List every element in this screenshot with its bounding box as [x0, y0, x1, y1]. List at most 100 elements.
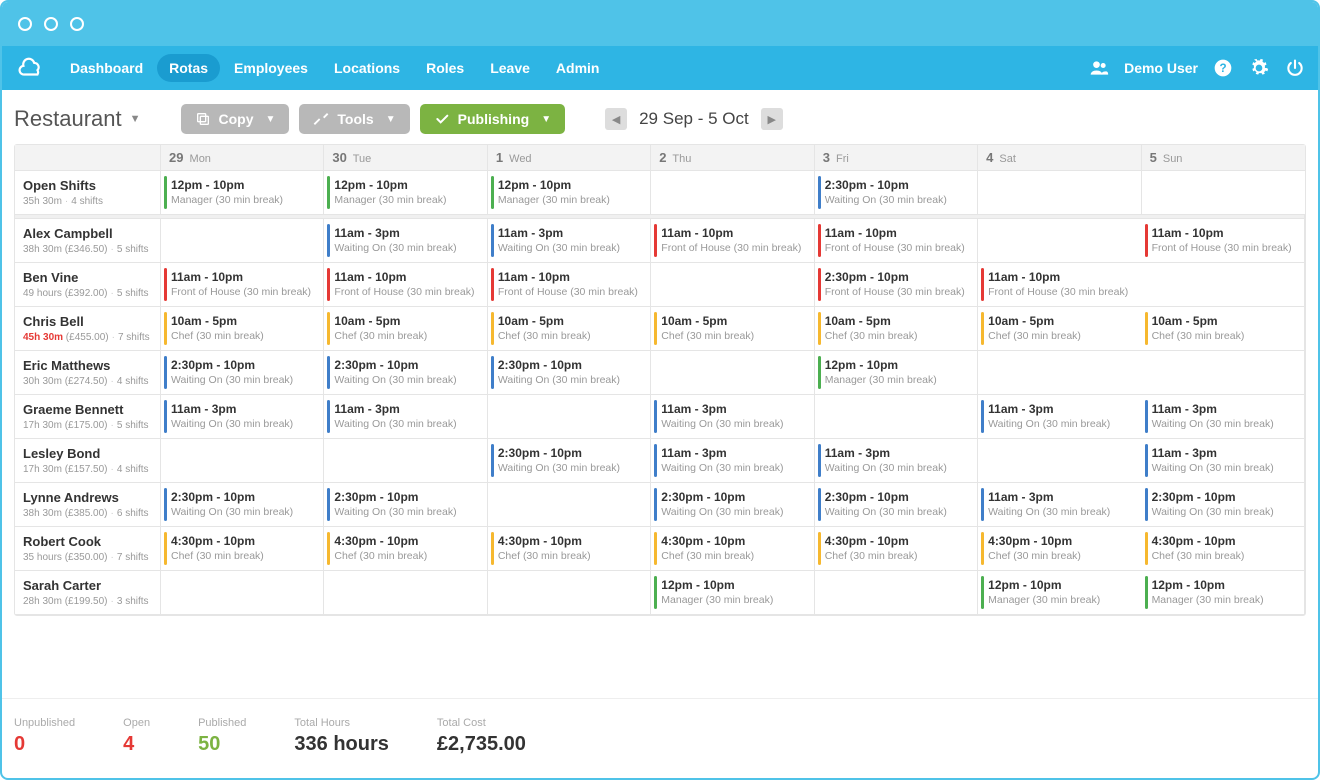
shift-cell[interactable]: 4:30pm - 10pmChef (30 min break) — [651, 527, 814, 571]
row-header[interactable]: Graeme Bennett17h 30m (£175.00)·5 shifts — [15, 395, 161, 439]
empty-cell[interactable] — [1142, 263, 1305, 307]
nav-item-locations[interactable]: Locations — [322, 54, 412, 82]
empty-cell[interactable] — [324, 439, 487, 483]
shift-cell[interactable]: 2:30pm - 10pmWaiting On (30 min break) — [651, 483, 814, 527]
shift-cell[interactable]: 4:30pm - 10pmChef (30 min break) — [161, 527, 324, 571]
nav-item-employees[interactable]: Employees — [222, 54, 320, 82]
empty-cell[interactable] — [1142, 351, 1305, 395]
shift-cell[interactable]: 2:30pm - 10pmWaiting On (30 min break) — [161, 483, 324, 527]
empty-cell[interactable] — [488, 395, 651, 439]
row-header[interactable]: Lynne Andrews38h 30m (£385.00)·6 shifts — [15, 483, 161, 527]
nav-item-leave[interactable]: Leave — [478, 54, 542, 82]
copy-button[interactable]: Copy ▼ — [181, 104, 290, 134]
shift-cell[interactable]: 11am - 10pmFront of House (30 min break) — [161, 263, 324, 307]
shift-cell[interactable]: 2:30pm - 10pmWaiting On (30 min break) — [488, 351, 651, 395]
shift-cell[interactable]: 11am - 3pmWaiting On (30 min break) — [1142, 439, 1305, 483]
tools-button[interactable]: Tools ▼ — [299, 104, 409, 134]
shift-cell[interactable]: 10am - 5pmChef (30 min break) — [815, 307, 978, 351]
shift-cell[interactable]: 2:30pm - 10pmFront of House (30 min brea… — [815, 263, 978, 307]
shift-cell[interactable]: 12pm - 10pmManager (30 min break) — [651, 571, 814, 615]
help-icon[interactable]: ? — [1212, 57, 1234, 79]
user-name[interactable]: Demo User — [1124, 60, 1198, 76]
shift-cell[interactable]: 10am - 5pmChef (30 min break) — [324, 307, 487, 351]
window-control-dot[interactable] — [18, 17, 32, 31]
shift-cell[interactable]: 12pm - 10pmManager (30 min break) — [324, 171, 487, 215]
shift-cell[interactable]: 10am - 5pmChef (30 min break) — [978, 307, 1141, 351]
shift-cell[interactable]: 10am - 5pmChef (30 min break) — [1142, 307, 1305, 351]
empty-cell[interactable] — [978, 171, 1141, 215]
empty-cell[interactable] — [651, 351, 814, 395]
shift-cell[interactable]: 2:30pm - 10pmWaiting On (30 min break) — [815, 171, 978, 215]
shift-cell[interactable]: 12pm - 10pmManager (30 min break) — [815, 351, 978, 395]
shift-cell[interactable]: 11am - 10pmFront of House (30 min break) — [978, 263, 1141, 307]
shift-cell[interactable]: 11am - 3pmWaiting On (30 min break) — [978, 483, 1141, 527]
shift-cell[interactable]: 11am - 10pmFront of House (30 min break) — [1142, 219, 1305, 263]
shift-cell[interactable]: 4:30pm - 10pmChef (30 min break) — [324, 527, 487, 571]
cloud-logo-icon[interactable] — [18, 55, 44, 81]
empty-cell[interactable] — [161, 571, 324, 615]
shift-cell[interactable]: 10am - 5pmChef (30 min break) — [488, 307, 651, 351]
next-week-button[interactable]: ▶ — [761, 108, 783, 130]
shift-cell[interactable]: 11am - 3pmWaiting On (30 min break) — [488, 219, 651, 263]
window-control-dot[interactable] — [70, 17, 84, 31]
shift-cell[interactable]: 11am - 3pmWaiting On (30 min break) — [651, 439, 814, 483]
shift-cell[interactable]: 10am - 5pmChef (30 min break) — [161, 307, 324, 351]
row-header[interactable]: Ben Vine49 hours (£392.00)·5 shifts — [15, 263, 161, 307]
row-header[interactable]: Sarah Carter28h 30m (£199.50)·3 shifts — [15, 571, 161, 615]
shift-cell[interactable]: 11am - 3pmWaiting On (30 min break) — [815, 439, 978, 483]
row-header[interactable]: Robert Cook35 hours (£350.00)·7 shifts — [15, 527, 161, 571]
shift-cell[interactable]: 11am - 10pmFront of House (30 min break) — [651, 219, 814, 263]
nav-item-dashboard[interactable]: Dashboard — [58, 54, 155, 82]
empty-cell[interactable] — [488, 571, 651, 615]
date-range[interactable]: 29 Sep - 5 Oct — [639, 109, 749, 129]
publishing-button[interactable]: Publishing ▼ — [420, 104, 565, 134]
power-icon[interactable] — [1284, 57, 1306, 79]
shift-cell[interactable]: 11am - 10pmFront of House (30 min break) — [324, 263, 487, 307]
empty-cell[interactable] — [815, 395, 978, 439]
shift-cell[interactable]: 2:30pm - 10pmWaiting On (30 min break) — [324, 483, 487, 527]
shift-cell[interactable]: 4:30pm - 10pmChef (30 min break) — [488, 527, 651, 571]
shift-cell[interactable]: 4:30pm - 10pmChef (30 min break) — [978, 527, 1141, 571]
shift-cell[interactable]: 10am - 5pmChef (30 min break) — [651, 307, 814, 351]
shift-cell[interactable]: 11am - 10pmFront of House (30 min break) — [488, 263, 651, 307]
row-header[interactable]: Open Shifts35h 30m·4 shifts — [15, 171, 161, 215]
shift-cell[interactable]: 2:30pm - 10pmWaiting On (30 min break) — [815, 483, 978, 527]
row-header[interactable]: Chris Bell45h 30m (£455.00)·7 shifts — [15, 307, 161, 351]
prev-week-button[interactable]: ◀ — [605, 108, 627, 130]
row-header[interactable]: Eric Matthews30h 30m (£274.50)·4 shifts — [15, 351, 161, 395]
window-control-dot[interactable] — [44, 17, 58, 31]
empty-cell[interactable] — [978, 351, 1141, 395]
shift-cell[interactable]: 2:30pm - 10pmWaiting On (30 min break) — [161, 351, 324, 395]
location-selector[interactable]: Restaurant ▼ — [14, 106, 171, 132]
shift-cell[interactable]: 11am - 3pmWaiting On (30 min break) — [978, 395, 1141, 439]
shift-cell[interactable]: 12pm - 10pmManager (30 min break) — [1142, 571, 1305, 615]
empty-cell[interactable] — [161, 439, 324, 483]
nav-item-rotas[interactable]: Rotas — [157, 54, 220, 82]
nav-item-roles[interactable]: Roles — [414, 54, 476, 82]
shift-cell[interactable]: 11am - 3pmWaiting On (30 min break) — [161, 395, 324, 439]
empty-cell[interactable] — [651, 263, 814, 307]
shift-cell[interactable]: 11am - 3pmWaiting On (30 min break) — [651, 395, 814, 439]
shift-cell[interactable]: 12pm - 10pmManager (30 min break) — [161, 171, 324, 215]
shift-cell[interactable]: 2:30pm - 10pmWaiting On (30 min break) — [488, 439, 651, 483]
empty-cell[interactable] — [815, 571, 978, 615]
empty-cell[interactable] — [161, 219, 324, 263]
nav-item-admin[interactable]: Admin — [544, 54, 612, 82]
shift-cell[interactable]: 11am - 3pmWaiting On (30 min break) — [324, 395, 487, 439]
shift-cell[interactable]: 2:30pm - 10pmWaiting On (30 min break) — [324, 351, 487, 395]
shift-cell[interactable]: 2:30pm - 10pmWaiting On (30 min break) — [1142, 483, 1305, 527]
empty-cell[interactable] — [324, 571, 487, 615]
shift-cell[interactable]: 12pm - 10pmManager (30 min break) — [488, 171, 651, 215]
empty-cell[interactable] — [488, 483, 651, 527]
empty-cell[interactable] — [1142, 171, 1305, 215]
empty-cell[interactable] — [651, 171, 814, 215]
shift-cell[interactable]: 4:30pm - 10pmChef (30 min break) — [1142, 527, 1305, 571]
shift-cell[interactable]: 12pm - 10pmManager (30 min break) — [978, 571, 1141, 615]
shift-cell[interactable]: 11am - 3pmWaiting On (30 min break) — [1142, 395, 1305, 439]
shift-cell[interactable]: 11am - 10pmFront of House (30 min break) — [815, 219, 978, 263]
users-icon[interactable] — [1088, 57, 1110, 79]
row-header[interactable]: Alex Campbell38h 30m (£346.50)·5 shifts — [15, 219, 161, 263]
row-header[interactable]: Lesley Bond17h 30m (£157.50)·4 shifts — [15, 439, 161, 483]
gear-icon[interactable] — [1248, 57, 1270, 79]
shift-cell[interactable]: 11am - 3pmWaiting On (30 min break) — [324, 219, 487, 263]
